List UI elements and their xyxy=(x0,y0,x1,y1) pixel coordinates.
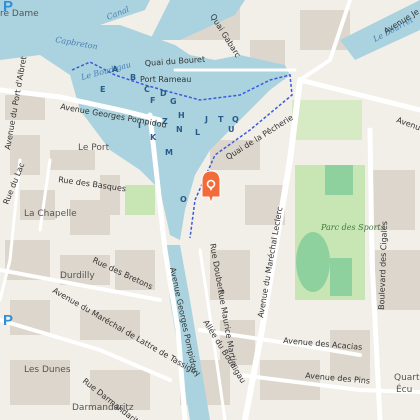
place-label: Durdilly xyxy=(60,271,95,281)
place-label: Quart xyxy=(394,373,420,383)
svg-text:O: O xyxy=(180,195,187,204)
place-label: La Chapelle xyxy=(24,209,77,219)
park-north xyxy=(292,100,362,140)
place-label: Darmandaritz xyxy=(72,403,134,413)
square-park xyxy=(125,185,155,215)
map-canvas[interactable]: Canal Capbreton Le Boudigau Le Bourret A… xyxy=(0,0,420,420)
svg-text:F: F xyxy=(150,96,155,105)
svg-text:L: L xyxy=(195,128,200,137)
svg-text:U: U xyxy=(228,125,235,134)
park-label: Parc des Sports xyxy=(320,223,385,232)
map-view[interactable]: Canal Capbreton Le Boudigau Le Bourret A… xyxy=(0,0,420,420)
place-label: Les Dunes xyxy=(24,365,71,375)
svg-text:H: H xyxy=(178,111,185,120)
svg-text:E: E xyxy=(100,85,105,94)
place-label: Écu xyxy=(396,383,412,395)
parc-des-sports xyxy=(295,165,365,300)
parking-badge[interactable]: P xyxy=(3,312,13,329)
svg-text:Q: Q xyxy=(232,115,239,124)
place-label: Le Port xyxy=(78,143,110,153)
street-label: Port Rameau xyxy=(140,75,191,84)
svg-text:N: N xyxy=(176,125,183,134)
parking-badge[interactable]: P xyxy=(3,0,13,15)
svg-text:C: C xyxy=(144,85,150,94)
svg-text:A: A xyxy=(112,65,119,74)
svg-text:T: T xyxy=(218,115,224,124)
svg-text:D: D xyxy=(160,89,167,98)
svg-text:B: B xyxy=(130,73,136,82)
svg-text:K: K xyxy=(150,133,157,142)
svg-text:G: G xyxy=(170,97,177,106)
svg-text:J: J xyxy=(204,115,208,124)
svg-text:M: M xyxy=(165,148,173,157)
